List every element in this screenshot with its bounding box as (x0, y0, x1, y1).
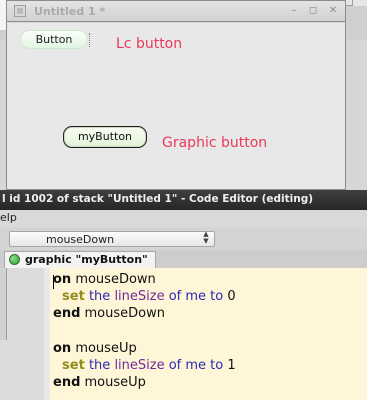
updown-arrows-icon[interactable]: ▲ ▼ (198, 231, 214, 247)
tab-label: graphic "myButton" (25, 253, 148, 266)
menu-help[interactable]: elp (0, 211, 17, 224)
lc-button[interactable]: Button (20, 30, 88, 49)
code-editor-title: l id 1002 of stack "Untitled 1" - Code E… (2, 193, 314, 205)
stack-title: Untitled 1 * (34, 5, 106, 18)
code-token: on (53, 272, 72, 287)
background-tab-edge (352, 0, 367, 6)
lc-button-annotation: Lc button (116, 36, 183, 52)
handler-select-value: mouseDown (46, 233, 115, 246)
code-token: of me to (164, 358, 228, 373)
text-caret (53, 275, 54, 289)
code-token: set (53, 358, 85, 373)
code-line[interactable]: on mouseUp (53, 341, 137, 356)
graphic-button-annotation: Graphic button (162, 135, 268, 151)
code-line[interactable]: end mouseUp (53, 375, 146, 390)
status-dot-icon (9, 254, 20, 265)
code-token: mouseDown (80, 306, 165, 322)
code-line[interactable]: on mouseDown (53, 272, 156, 287)
code-token: end (53, 306, 81, 322)
left-panel-frame (0, 268, 7, 340)
code-editor-menubar (0, 210, 367, 228)
minimize-icon[interactable]: – (287, 5, 301, 17)
app-icon (14, 5, 26, 17)
code-token: lineSize (114, 358, 165, 373)
code-token: 0 (227, 289, 236, 305)
graphic-button[interactable]: myButton (63, 126, 147, 148)
code-line[interactable]: end mouseDown (53, 306, 165, 321)
close-icon[interactable]: ✕ (326, 5, 340, 17)
code-token: set (53, 289, 85, 305)
code-token: of me to (164, 289, 228, 305)
code-line[interactable]: set the lineSize of me to 0 (53, 289, 236, 304)
code-token: mouseUp (80, 375, 146, 391)
code-token: end (53, 375, 81, 391)
code-token: the (84, 289, 115, 305)
code-token: lineSize (114, 289, 165, 305)
code-token: 1 (227, 358, 236, 373)
maximize-icon[interactable]: ◻ (306, 5, 320, 17)
code-line[interactable]: set the lineSize of me to 1 (53, 358, 236, 373)
code-token: on (53, 340, 72, 356)
code-token: mouseDown (71, 272, 156, 287)
code-token: mouseUp (71, 340, 137, 356)
code-token: the (84, 358, 115, 373)
selection-marker (87, 33, 90, 47)
